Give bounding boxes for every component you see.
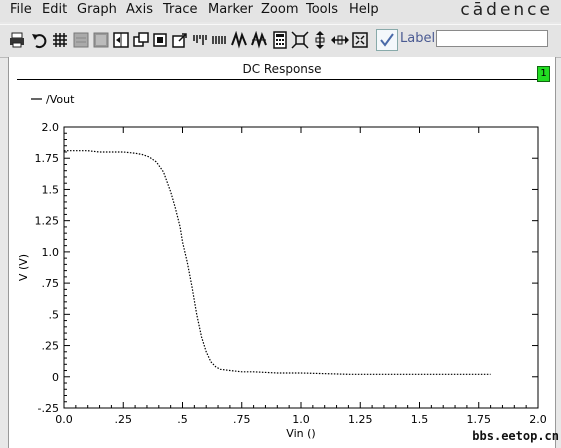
x-tick-label: .75 <box>233 413 251 426</box>
zoom-x-icon[interactable] <box>331 31 349 49</box>
menu-axis[interactable]: Axis <box>126 2 153 17</box>
menu-edit[interactable]: Edit <box>42 2 67 17</box>
y-tick-label: 1.5 <box>42 183 60 196</box>
y-tick-label: .5 <box>49 308 60 321</box>
y-tick-label: .75 <box>42 277 60 290</box>
zoom-y-icon[interactable] <box>311 31 329 49</box>
plot-frame <box>63 126 539 409</box>
watermark: bbs.eetop.cn <box>472 429 559 443</box>
x-tick-label: 1.5 <box>411 413 429 426</box>
menu-trace[interactable]: Trace <box>163 2 198 17</box>
zoom-in-icon[interactable] <box>351 31 369 49</box>
y-tick-label: -.25 <box>38 402 59 415</box>
calculator-icon[interactable] <box>271 31 289 49</box>
split-icon[interactable] <box>112 31 130 49</box>
x-tick-label: 1.0 <box>292 413 310 426</box>
label-text: Label <box>400 31 436 46</box>
menu-file[interactable]: File <box>10 2 32 17</box>
zoom-fit-icon[interactable] <box>291 31 309 49</box>
undo-icon[interactable] <box>30 31 48 49</box>
x-tick-label: .25 <box>115 413 133 426</box>
cadence-logo: cādence <box>460 0 553 20</box>
menu-help[interactable]: Help <box>349 2 379 17</box>
plot-area[interactable]: 0.0.25.5.75 1.0 1.25 1.5 1.75 2.0-.250.25.5.7… <box>9 57 555 448</box>
graph-panel: DC Response 1 0.0.25.5.75 1.0 1.25 1.5 1.75 2… <box>8 57 556 448</box>
x-tick-label: .5 <box>177 413 188 426</box>
x-axis-label: Vin () <box>286 427 315 440</box>
grid-icon[interactable] <box>51 31 69 49</box>
label-input[interactable] <box>436 30 548 47</box>
menu-graph[interactable]: Graph <box>77 2 117 17</box>
x-tick-label: 1.25 <box>348 413 373 426</box>
bars2-icon[interactable] <box>210 31 228 49</box>
y-tick-label: 2.0 <box>42 121 60 134</box>
waveform2-icon[interactable] <box>250 31 268 49</box>
y-tick-label: 1.0 <box>42 246 60 259</box>
x-tick-label: 1.75 <box>467 413 492 426</box>
waveform-icon[interactable] <box>230 31 248 49</box>
y-tick-label: 1.75 <box>35 152 60 165</box>
legend-label: /Vout <box>46 93 75 106</box>
label-checkbox[interactable] <box>376 29 398 51</box>
copy2-icon[interactable] <box>151 31 169 49</box>
y-tick-label: 0 <box>52 371 59 384</box>
copy3-icon[interactable] <box>171 31 189 49</box>
y-tick-label: .25 <box>42 340 60 353</box>
print-icon[interactable] <box>8 31 26 49</box>
x-tick-label: 2.0 <box>529 413 547 426</box>
menu-tools[interactable]: Tools <box>306 2 338 17</box>
y-tick-label: 1.25 <box>35 215 60 228</box>
menu-zoom[interactable]: Zoom <box>261 2 298 17</box>
strip-icon[interactable] <box>72 31 90 49</box>
strip2-icon[interactable] <box>92 31 110 49</box>
menu-marker[interactable]: Marker <box>208 2 253 17</box>
copy-icon[interactable] <box>132 31 150 49</box>
menubar: File Edit Graph Axis Trace Marker Zoom T… <box>0 0 561 22</box>
bars-icon[interactable] <box>191 31 209 49</box>
y-axis-label: V (V) <box>17 254 30 281</box>
